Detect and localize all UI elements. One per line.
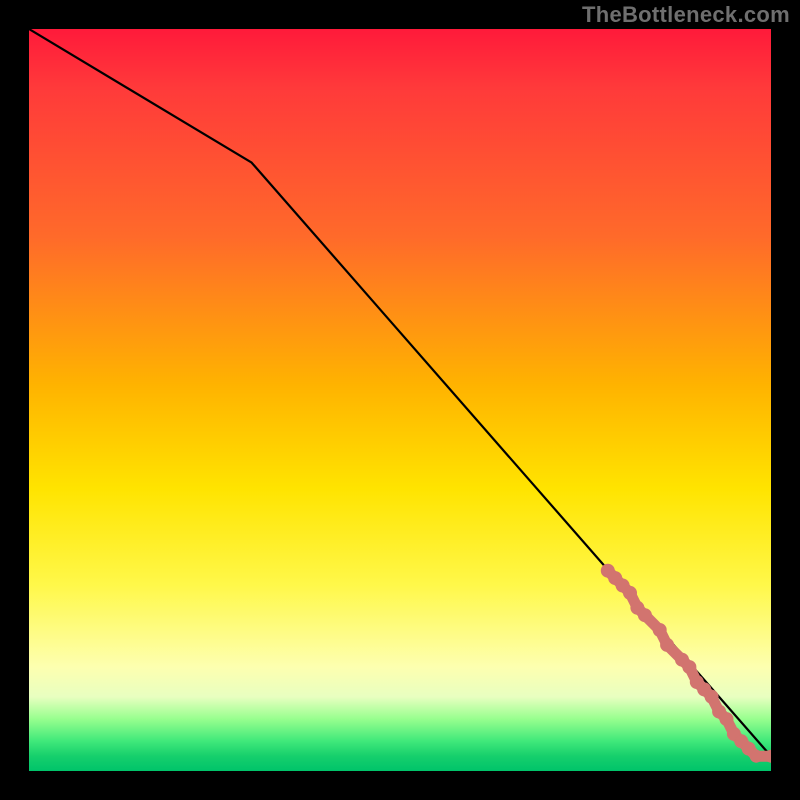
chart-curve-line [29, 29, 771, 756]
chart-marker [638, 609, 651, 622]
watermark-text: TheBottleneck.com [582, 2, 790, 28]
chart-marker [750, 750, 762, 762]
chart-marker [720, 713, 733, 726]
chart-marker [661, 638, 674, 651]
chart-marker [683, 661, 696, 674]
chart-marker [624, 586, 637, 599]
chart-marker [705, 690, 718, 703]
chart-frame: TheBottleneck.com [0, 0, 800, 800]
chart-overlay-svg [29, 29, 771, 771]
chart-marker-group [601, 564, 771, 762]
chart-marker [653, 624, 666, 637]
